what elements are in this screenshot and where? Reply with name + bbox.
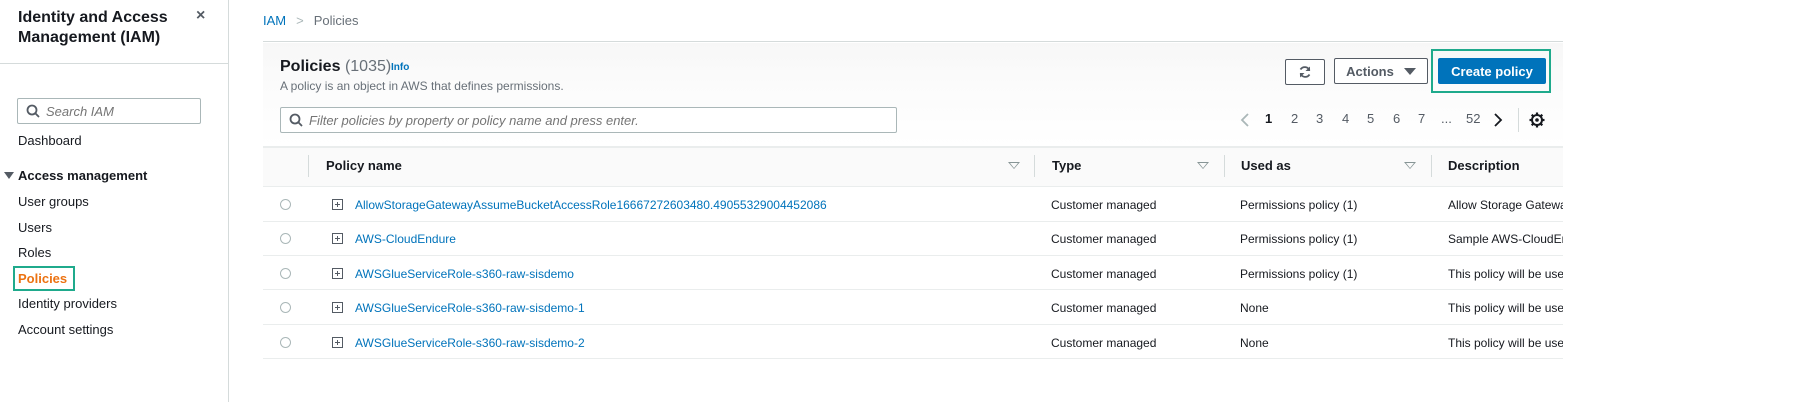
breadcrumb-current: Policies [313, 13, 359, 28]
expand-icon[interactable] [332, 302, 343, 313]
policy-description: This policy will be use [1448, 267, 1563, 281]
column-divider [1034, 155, 1035, 177]
row-select-radio[interactable] [280, 233, 291, 244]
policy-name-link[interactable]: AWSGlueServiceRole-s360-raw-sisdemo [355, 267, 574, 281]
policy-type: Customer managed [1051, 301, 1157, 315]
policy-name-link[interactable]: AllowStorageGatewayAssumeBucketAccessRol… [355, 198, 827, 212]
refresh-icon [1299, 66, 1311, 78]
table-row[interactable] [263, 222, 1563, 256]
column-divider [1224, 155, 1225, 177]
sidebar-item-user-groups[interactable]: User groups [18, 194, 89, 209]
chevron-right-icon[interactable] [1493, 113, 1503, 127]
expand-icon[interactable] [332, 199, 343, 210]
close-icon[interactable]: × [196, 7, 205, 25]
header-divider [263, 41, 1563, 42]
breadcrumb: IAM > Policies [263, 13, 359, 28]
refresh-button[interactable] [1285, 59, 1325, 85]
column-divider [1431, 155, 1432, 177]
sidebar-search-input[interactable] [46, 103, 186, 119]
expand-icon[interactable] [332, 233, 343, 244]
policy-count: (1035) [344, 58, 392, 75]
chevron-left-icon[interactable] [1240, 113, 1250, 127]
column-used-as[interactable]: Used as [1241, 158, 1291, 173]
row-select-radio[interactable] [280, 268, 291, 279]
policy-used-as: Permissions policy (1) [1240, 267, 1358, 281]
search-icon [289, 113, 303, 127]
search-icon [26, 104, 40, 118]
breadcrumb-iam[interactable]: IAM [263, 13, 286, 28]
page-1[interactable]: 1 [1265, 111, 1272, 126]
expand-icon[interactable] [332, 268, 343, 279]
page-ellipsis: ... [1441, 111, 1452, 126]
sidebar: Identity and Access Management (IAM) × D… [0, 0, 229, 402]
sidebar-title: Identity and Access Management (IAM) [18, 9, 168, 46]
sidebar-search[interactable] [17, 98, 201, 124]
create-policy-button[interactable]: Create policy [1438, 58, 1546, 84]
caret-down-icon [1403, 67, 1416, 75]
chevron-right-icon: > [296, 13, 304, 28]
page-title-text: Policies [280, 58, 341, 75]
policy-used-as: Permissions policy (1) [1240, 232, 1358, 246]
page-title: Policies (1035) [280, 58, 391, 76]
column-divider [308, 155, 309, 177]
policy-name-link[interactable]: AWSGlueServiceRole-s360-raw-sisdemo-2 [355, 336, 585, 350]
policy-type: Customer managed [1051, 336, 1157, 350]
page-7[interactable]: 7 [1418, 111, 1425, 126]
policy-name-link[interactable]: AWS-CloudEndure [355, 232, 456, 246]
policy-type: Customer managed [1051, 232, 1157, 246]
sidebar-section-access-management[interactable]: Access management [4, 168, 147, 183]
sidebar-item-account-settings[interactable]: Account settings [18, 322, 113, 337]
page-3[interactable]: 3 [1316, 111, 1323, 126]
sort-icon[interactable] [1197, 162, 1209, 169]
expand-icon[interactable] [332, 337, 343, 348]
sort-icon[interactable] [1008, 162, 1020, 169]
actions-label: Actions [1346, 63, 1394, 79]
row-select-radio[interactable] [280, 337, 291, 348]
policy-used-as: None [1240, 336, 1269, 350]
sidebar-item-dashboard[interactable]: Dashboard [18, 133, 82, 148]
policy-used-as: None [1240, 301, 1269, 315]
page-4[interactable]: 4 [1342, 111, 1349, 126]
filter-box[interactable] [280, 107, 897, 133]
page-5[interactable]: 5 [1367, 111, 1374, 126]
sidebar-item-identity-providers[interactable]: Identity providers [18, 296, 117, 311]
info-link[interactable]: Info [391, 62, 409, 73]
policy-used-as: Permissions policy (1) [1240, 198, 1358, 212]
sidebar-section-label: Access management [18, 168, 148, 183]
actions-button[interactable]: Actions [1334, 58, 1428, 84]
policy-description: This policy will be use [1448, 301, 1563, 315]
page-52[interactable]: 52 [1466, 111, 1480, 126]
row-select-radio[interactable] [280, 302, 291, 313]
filter-input[interactable] [309, 112, 889, 128]
sidebar-item-roles[interactable]: Roles [18, 245, 51, 260]
column-type[interactable]: Type [1052, 158, 1081, 173]
row-select-radio[interactable] [280, 199, 291, 210]
page-6[interactable]: 6 [1393, 111, 1400, 126]
table-header [263, 147, 1563, 187]
sidebar-item-users[interactable]: Users [18, 220, 52, 235]
gear-icon[interactable] [1529, 112, 1545, 128]
caret-down-icon [4, 172, 14, 179]
policy-type: Customer managed [1051, 198, 1157, 212]
page-description: A policy is an object in AWS that define… [280, 79, 564, 93]
sidebar-divider [0, 63, 229, 64]
policy-type: Customer managed [1051, 267, 1157, 281]
pager-divider [1518, 108, 1519, 132]
policy-description: Allow Storage Gatewa [1448, 198, 1563, 212]
policy-name-link[interactable]: AWSGlueServiceRole-s360-raw-sisdemo-1 [355, 301, 585, 315]
column-policy-name[interactable]: Policy name [326, 158, 402, 173]
sidebar-item-policies[interactable]: Policies [12, 266, 76, 291]
sort-icon[interactable] [1404, 162, 1416, 169]
column-description[interactable]: Description [1448, 158, 1520, 173]
page-2[interactable]: 2 [1291, 111, 1298, 126]
policy-description: This policy will be use [1448, 336, 1563, 350]
policy-description: Sample AWS-CloudEn [1448, 232, 1563, 246]
